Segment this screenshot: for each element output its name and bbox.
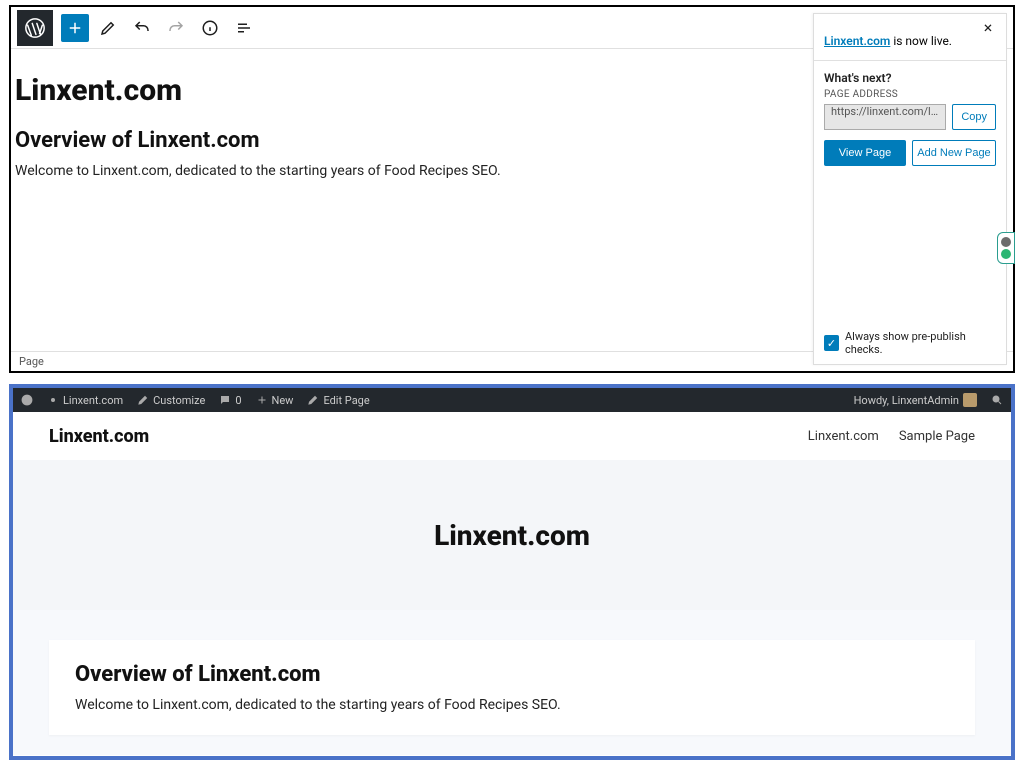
checkbox-checked-icon[interactable]: ✓: [824, 335, 839, 351]
close-icon[interactable]: ×: [978, 20, 998, 40]
site-nav: Linxent.com Sample Page: [808, 429, 975, 444]
content-card: Overview of Linxent.com Welcome to Linxe…: [49, 640, 975, 735]
adminbar-comments[interactable]: 0: [219, 394, 241, 407]
avatar-icon: [963, 393, 977, 407]
nav-item-sample[interactable]: Sample Page: [899, 429, 975, 444]
nav-item-home[interactable]: Linxent.com: [808, 429, 879, 444]
site-link[interactable]: Linxent.com: [824, 34, 890, 48]
prepublish-label: Always show pre-publish checks.: [845, 330, 996, 356]
adminbar-search-icon[interactable]: [991, 394, 1003, 406]
post-publish-panel: × Linxent.com is now live. What's next? …: [813, 13, 1007, 365]
card-body: Welcome to Linxent.com, dedicated to the…: [75, 697, 949, 713]
page-address-field[interactable]: https://linxent.com/linxent...: [824, 104, 946, 130]
breadcrumb[interactable]: Page: [19, 355, 44, 368]
divider: [814, 60, 1006, 61]
adminbar-site-name-label: Linxent.com: [63, 394, 123, 407]
floating-widget-icon[interactable]: [997, 232, 1015, 264]
block-editor-window: Linxent.com Overview of Linxent.com Welc…: [9, 5, 1015, 373]
post-publish-actions: View Page Add New Page: [824, 140, 996, 166]
wordpress-logo-icon[interactable]: [17, 10, 53, 46]
adminbar-comments-count: 0: [235, 394, 241, 407]
view-page-button[interactable]: View Page: [824, 140, 906, 166]
hero-section: Linxent.com: [13, 460, 1011, 610]
edit-tool-button[interactable]: [93, 13, 123, 43]
add-new-page-button[interactable]: Add New Page: [912, 140, 996, 166]
adminbar-site-name[interactable]: Linxent.com: [47, 394, 123, 407]
card-heading: Overview of Linxent.com: [75, 662, 949, 687]
adminbar-customize-label: Customize: [153, 394, 205, 407]
copy-button[interactable]: Copy: [952, 104, 996, 130]
adminbar-howdy-label: Howdy, LinxentAdmin: [854, 394, 959, 407]
page-address-label: PAGE ADDRESS: [824, 89, 996, 100]
adminbar-new-label: New: [272, 394, 294, 407]
insert-block-button[interactable]: [61, 14, 89, 42]
adminbar-customize[interactable]: Customize: [137, 394, 205, 407]
publish-message: Linxent.com is now live.: [824, 34, 996, 48]
site-title[interactable]: Linxent.com: [49, 426, 149, 447]
undo-button[interactable]: [127, 13, 157, 43]
site-header: Linxent.com Linxent.com Sample Page: [13, 412, 1011, 460]
adminbar-edit-page-label: Edit Page: [323, 394, 369, 407]
hero-title: Linxent.com: [434, 519, 590, 552]
adminbar-howdy[interactable]: Howdy, LinxentAdmin: [854, 393, 977, 407]
redo-button[interactable]: [161, 13, 191, 43]
page-address-row: https://linxent.com/linxent... Copy: [824, 104, 996, 130]
adminbar-edit-page[interactable]: Edit Page: [307, 394, 369, 407]
live-site-window: Linxent.com Customize 0 New Edit Page Ho…: [9, 384, 1015, 760]
whats-next-heading: What's next?: [824, 71, 996, 85]
wp-admin-bar: Linxent.com Customize 0 New Edit Page Ho…: [13, 388, 1011, 412]
live-suffix: is now live.: [890, 34, 952, 48]
outline-button[interactable]: [229, 13, 259, 43]
adminbar-new[interactable]: New: [256, 394, 294, 407]
site-main: Overview of Linxent.com Welcome to Linxe…: [13, 610, 1011, 755]
prepublish-checks-row[interactable]: ✓ Always show pre-publish checks.: [824, 330, 996, 356]
adminbar-wp-logo[interactable]: [21, 394, 33, 406]
info-button[interactable]: [195, 13, 225, 43]
